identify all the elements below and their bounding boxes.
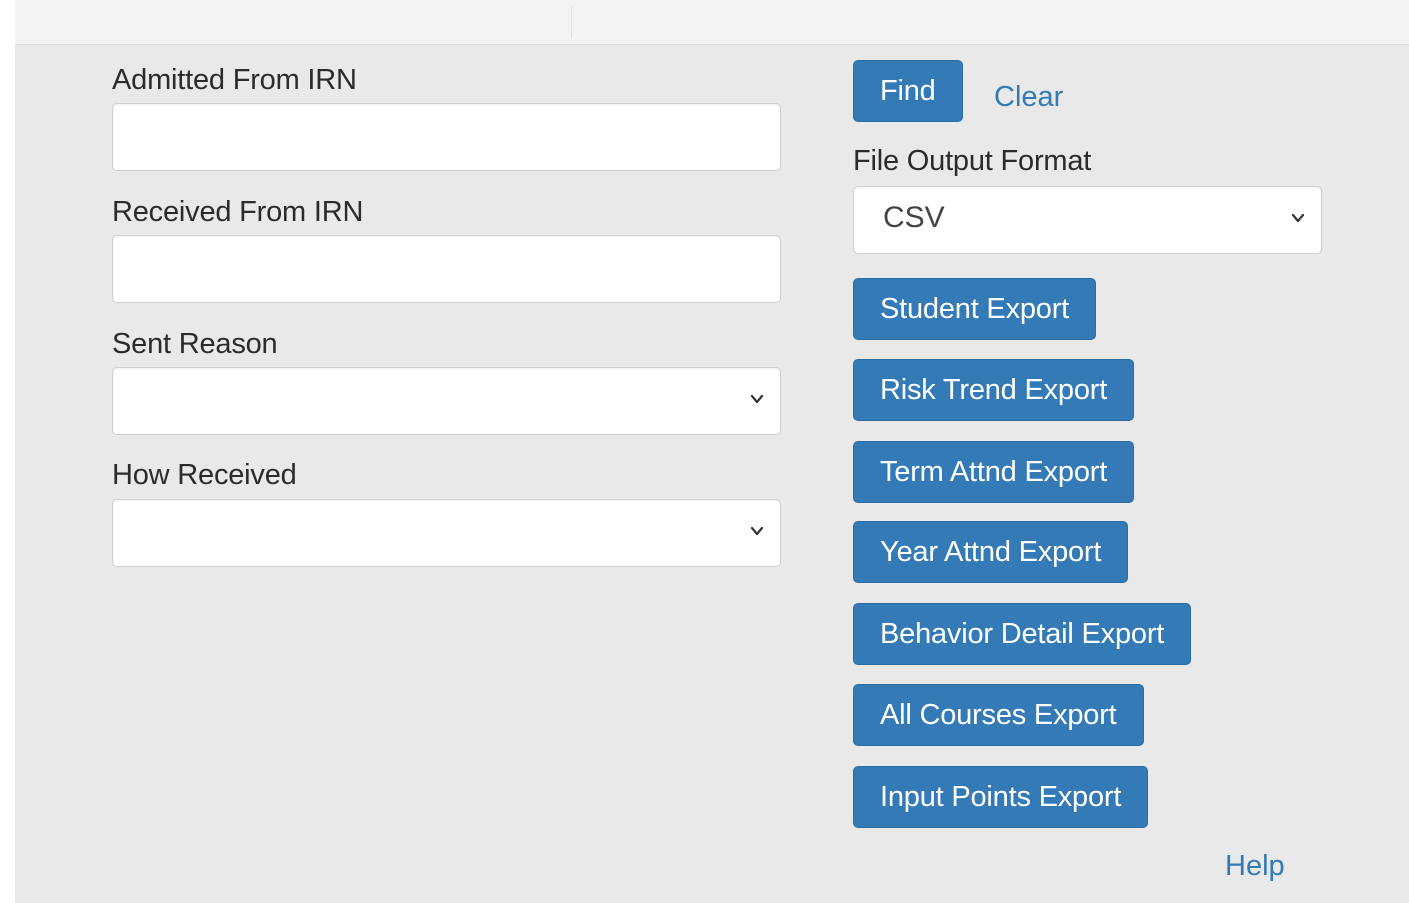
chevron-down-icon <box>750 526 764 536</box>
top-bar-divider <box>571 6 572 38</box>
clear-link[interactable]: Clear <box>994 81 1063 114</box>
input-points-export-button[interactable]: Input Points Export <box>853 766 1149 828</box>
search-panel: Admitted From IRN Received From IRN Sent… <box>15 0 1409 903</box>
received-from-irn-input[interactable] <box>112 235 781 303</box>
top-bar <box>15 0 1409 45</box>
behavior-detail-export-button[interactable]: Behavior Detail Export <box>853 603 1192 665</box>
file-output-format-select[interactable]: CSV <box>853 186 1322 254</box>
help-link[interactable]: Help <box>1225 850 1285 883</box>
find-button[interactable]: Find <box>853 60 963 122</box>
sent-reason-select[interactable] <box>112 367 781 435</box>
year-attnd-export-button[interactable]: Year Attnd Export <box>853 521 1129 583</box>
student-export-button[interactable]: Student Export <box>853 278 1097 340</box>
file-output-format-label: File Output Format <box>853 145 1092 177</box>
how-received-select[interactable] <box>112 499 781 567</box>
file-output-format-value: CSV <box>883 201 945 234</box>
how-received-label: How Received <box>112 459 297 491</box>
chevron-down-icon <box>750 394 764 404</box>
received-from-irn-label: Received From IRN <box>112 196 364 228</box>
admitted-from-irn-input[interactable] <box>112 103 781 171</box>
term-attnd-export-button[interactable]: Term Attnd Export <box>853 441 1135 503</box>
sent-reason-label: Sent Reason <box>112 328 278 360</box>
chevron-down-icon <box>1291 213 1305 223</box>
risk-trend-export-button[interactable]: Risk Trend Export <box>853 359 1135 421</box>
all-courses-export-button[interactable]: All Courses Export <box>853 684 1144 746</box>
admitted-from-irn-label: Admitted From IRN <box>112 64 357 96</box>
